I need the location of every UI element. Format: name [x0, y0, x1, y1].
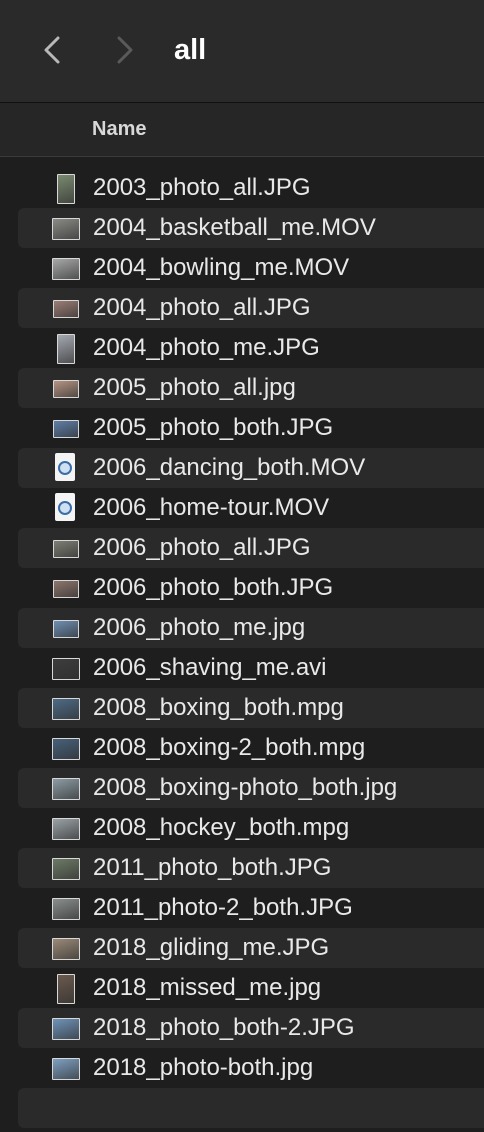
file-row[interactable]: 2006_photo_both.JPG	[18, 568, 484, 608]
file-name: 2004_basketball_me.MOV	[93, 214, 376, 241]
file-name: 2018_photo_both-2.JPG	[93, 1014, 355, 1041]
forward-button[interactable]	[111, 30, 139, 70]
file-row[interactable]: 2006_photo_me.jpg	[18, 608, 484, 648]
file-name: 2008_boxing-2_both.mpg	[93, 734, 366, 761]
file-thumbnail-icon	[57, 974, 75, 1004]
file-thumbnail-icon	[52, 938, 80, 960]
file-list: 2003_photo_all.JPG 2004_basketball_me.MOV…	[18, 168, 484, 1128]
chevron-right-icon	[117, 36, 133, 64]
file-name: 2006_photo_all.JPG	[93, 534, 311, 561]
file-thumbnail-icon	[53, 380, 79, 398]
file-row[interactable]: 2003_photo_all.JPG	[18, 168, 484, 208]
file-row[interactable]: 2008_hockey_both.mpg	[18, 808, 484, 848]
file-name: 2018_photo-both.jpg	[93, 1054, 314, 1081]
file-name: 2006_dancing_both.MOV	[93, 454, 366, 481]
file-thumbnail-icon	[52, 778, 80, 800]
file-row[interactable]: 2008_boxing-2_both.mpg	[18, 728, 484, 768]
file-row[interactable]: 2004_basketball_me.MOV	[18, 208, 484, 248]
file-thumbnail-icon	[52, 698, 80, 720]
file-name: 2004_bowling_me.MOV	[93, 254, 350, 281]
window-title: all	[174, 34, 207, 66]
file-thumbnail-icon	[52, 738, 80, 760]
file-row[interactable]: 2004_bowling_me.MOV	[18, 248, 484, 288]
file-name: 2005_photo_both.JPG	[93, 414, 334, 441]
file-name: 2008_boxing_both.mpg	[93, 694, 344, 721]
file-name: 2005_photo_all.jpg	[93, 374, 296, 401]
file-thumbnail-icon	[52, 818, 80, 840]
file-thumbnail-icon	[52, 218, 80, 240]
file-name: 2003_photo_all.JPG	[93, 174, 311, 201]
back-button[interactable]	[38, 30, 66, 70]
file-thumbnail-icon	[53, 540, 79, 558]
quicktime-document-icon	[55, 493, 75, 521]
file-thumbnail-icon	[53, 620, 79, 638]
file-name: 2006_photo_me.jpg	[93, 614, 306, 641]
file-name: 2004_photo_all.JPG	[93, 294, 311, 321]
file-row[interactable]: 2004_photo_all.JPG	[18, 288, 484, 328]
file-thumbnail-icon	[53, 420, 79, 438]
empty-row	[18, 1088, 484, 1128]
quicktime-document-icon	[55, 453, 75, 481]
file-row[interactable]: 2005_photo_all.jpg	[18, 368, 484, 408]
file-name: 2011_photo-2_both.JPG	[93, 894, 353, 921]
file-row[interactable]: 2018_missed_me.jpg	[18, 968, 484, 1008]
file-thumbnail-icon	[57, 334, 75, 364]
file-thumbnail-icon	[52, 898, 80, 920]
file-row[interactable]: 2006_photo_all.JPG	[18, 528, 484, 568]
file-row[interactable]: 2005_photo_both.JPG	[18, 408, 484, 448]
file-thumbnail-icon	[52, 1018, 80, 1040]
file-row[interactable]: 2008_boxing-photo_both.jpg	[18, 768, 484, 808]
column-header-name[interactable]: Name	[92, 117, 146, 141]
toolbar: all	[0, 0, 484, 103]
column-header-row: Name	[0, 103, 484, 157]
quicktime-glyph-icon	[58, 461, 72, 475]
file-thumbnail-icon	[52, 258, 80, 280]
file-thumbnail-icon	[57, 174, 75, 204]
file-name: 2006_shaving_me.avi	[93, 654, 327, 681]
file-name: 2018_gliding_me.JPG	[93, 934, 330, 961]
quicktime-glyph-icon	[58, 501, 72, 515]
file-thumbnail-icon	[52, 658, 80, 680]
file-row[interactable]: 2018_photo_both-2.JPG	[18, 1008, 484, 1048]
file-name: 2008_hockey_both.mpg	[93, 814, 350, 841]
file-row[interactable]: 2018_gliding_me.JPG	[18, 928, 484, 968]
file-name: 2004_photo_me.JPG	[93, 334, 320, 361]
file-row[interactable]: 2008_boxing_both.mpg	[18, 688, 484, 728]
file-thumbnail-icon	[53, 300, 79, 318]
chevron-left-icon	[44, 36, 60, 64]
file-row[interactable]: 2004_photo_me.JPG	[18, 328, 484, 368]
file-name: 2006_home-tour.MOV	[93, 494, 330, 521]
file-row[interactable]: 2006_shaving_me.avi	[18, 648, 484, 688]
file-row[interactable]: 2018_photo-both.jpg	[18, 1048, 484, 1088]
file-row[interactable]: 2006_home-tour.MOV	[18, 488, 484, 528]
file-name: 2011_photo_both.JPG	[93, 854, 332, 881]
file-name: 2006_photo_both.JPG	[93, 574, 334, 601]
file-thumbnail-icon	[52, 858, 80, 880]
file-row[interactable]: 2006_dancing_both.MOV	[18, 448, 484, 488]
file-name: 2008_boxing-photo_both.jpg	[93, 774, 398, 801]
file-thumbnail-icon	[52, 1058, 80, 1080]
file-thumbnail-icon	[53, 580, 79, 598]
file-row[interactable]: 2011_photo-2_both.JPG	[18, 888, 484, 928]
file-row[interactable]: 2011_photo_both.JPG	[18, 848, 484, 888]
file-name: 2018_missed_me.jpg	[93, 974, 322, 1001]
